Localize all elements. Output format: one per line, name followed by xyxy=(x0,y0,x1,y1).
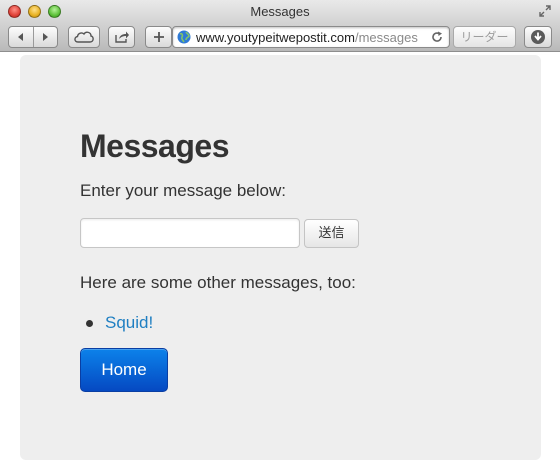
bullet-icon xyxy=(86,320,93,327)
globe-icon xyxy=(177,30,191,44)
plus-icon xyxy=(153,32,164,42)
message-prompt: Enter your message below: xyxy=(80,181,286,200)
url-text: www.youtypeitwepostit.com/messages xyxy=(196,30,418,45)
minimize-window-button[interactable] xyxy=(28,5,41,18)
back-forward-control xyxy=(8,26,58,48)
share-button[interactable] xyxy=(108,26,135,48)
url-host: www.youtypeitwepostit.com xyxy=(196,30,355,45)
message-link[interactable]: Squid! xyxy=(105,313,153,332)
page-viewport: Messages Enter your message below: 送信 He… xyxy=(0,53,560,470)
send-button[interactable]: 送信 xyxy=(304,219,359,248)
url-path: /messages xyxy=(354,30,418,45)
download-icon xyxy=(531,30,545,44)
window-title: Messages xyxy=(250,4,310,19)
cloud-icon xyxy=(74,31,94,43)
reader-button[interactable]: リーダー xyxy=(453,26,516,48)
new-tab-button[interactable] xyxy=(145,26,172,48)
list-item: Squid! xyxy=(80,313,153,333)
other-messages-label: Here are some other messages, too: xyxy=(80,273,356,292)
forward-button[interactable] xyxy=(33,27,57,47)
close-window-button[interactable] xyxy=(8,5,21,18)
fullscreen-icon[interactable] xyxy=(538,4,552,18)
home-button[interactable]: Home xyxy=(80,348,168,392)
window-titlebar: Messages xyxy=(0,0,560,24)
icloud-tabs-button[interactable] xyxy=(68,26,100,48)
forward-arrow-icon xyxy=(43,33,48,41)
back-button[interactable] xyxy=(9,27,33,47)
reload-icon[interactable] xyxy=(431,31,443,43)
messages-list: Squid! xyxy=(80,313,153,333)
browser-toolbar: www.youtypeitwepostit.com/messages リーダー xyxy=(0,24,560,52)
back-arrow-icon xyxy=(18,33,23,41)
message-input[interactable] xyxy=(80,218,300,248)
share-icon xyxy=(114,31,129,43)
downloads-button[interactable] xyxy=(524,26,552,48)
page-title: Messages xyxy=(80,128,229,164)
address-bar[interactable]: www.youtypeitwepostit.com/messages xyxy=(172,26,450,48)
zoom-window-button[interactable] xyxy=(48,5,61,18)
content-card: Messages Enter your message below: 送信 He… xyxy=(20,55,541,460)
